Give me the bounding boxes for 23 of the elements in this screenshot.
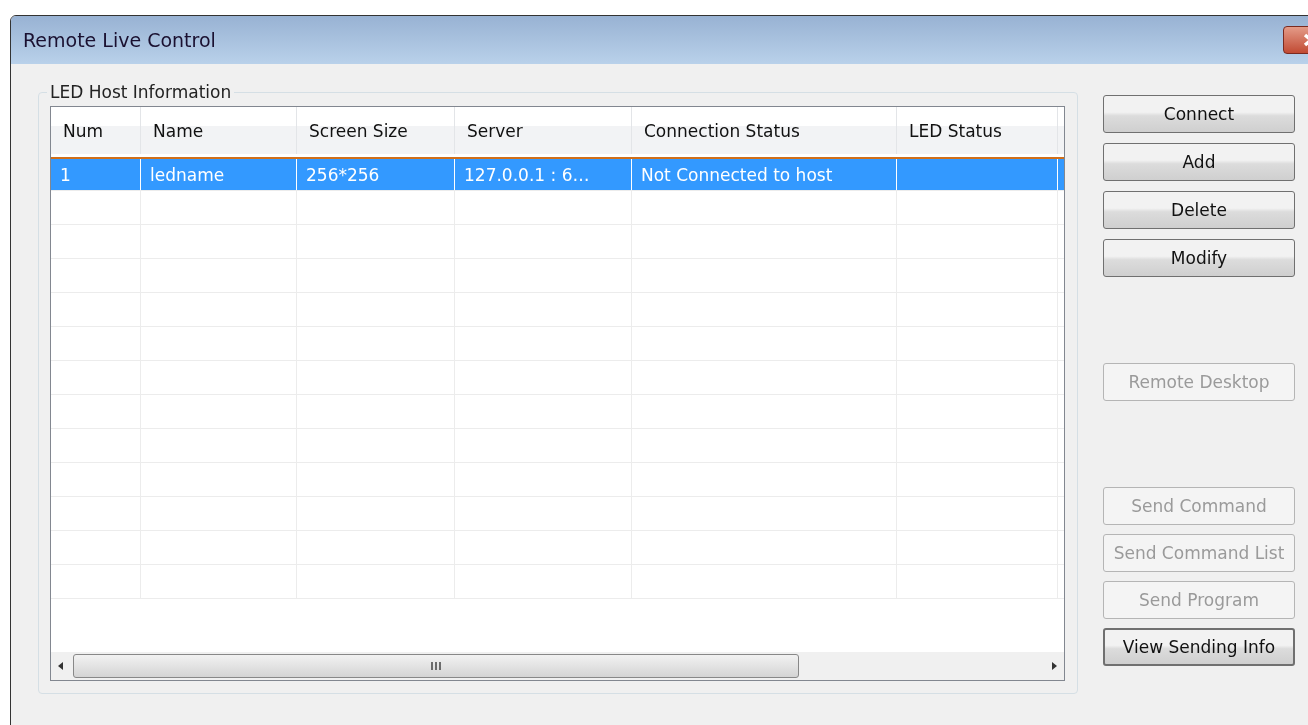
column-header[interactable]: Screen Size [297, 107, 455, 154]
column-header[interactable]: Name [141, 107, 297, 154]
scroll-right-icon[interactable] [1050, 661, 1058, 671]
group-title: LED Host Information [49, 82, 233, 102]
scroll-left-icon[interactable] [57, 661, 65, 671]
action-button[interactable]: Connect [1103, 95, 1295, 133]
action-button[interactable]: Delete [1103, 191, 1295, 229]
action-button[interactable]: Add [1103, 143, 1295, 181]
table-cell: Not Connected to host [632, 159, 897, 190]
column-header[interactable]: Server [455, 107, 632, 154]
scrollbar-thumb[interactable] [73, 654, 799, 678]
horizontal-scrollbar[interactable] [51, 652, 1064, 680]
action-button[interactable]: View Sending Info [1103, 628, 1295, 666]
window-title: Remote Live Control [23, 29, 216, 51]
column-header[interactable]: LED Status [897, 107, 1058, 154]
table-cell: 1 [51, 159, 141, 190]
column-header[interactable]: Num [51, 107, 141, 154]
table-cell: 256*256 [297, 159, 455, 190]
table-cell: ledname [141, 159, 297, 190]
column-header[interactable]: Connection Status [632, 107, 897, 154]
table-cell: 127.0.0.1 : 6… [455, 159, 632, 190]
action-button[interactable]: Modify [1103, 239, 1295, 277]
grip-icon [430, 661, 442, 671]
